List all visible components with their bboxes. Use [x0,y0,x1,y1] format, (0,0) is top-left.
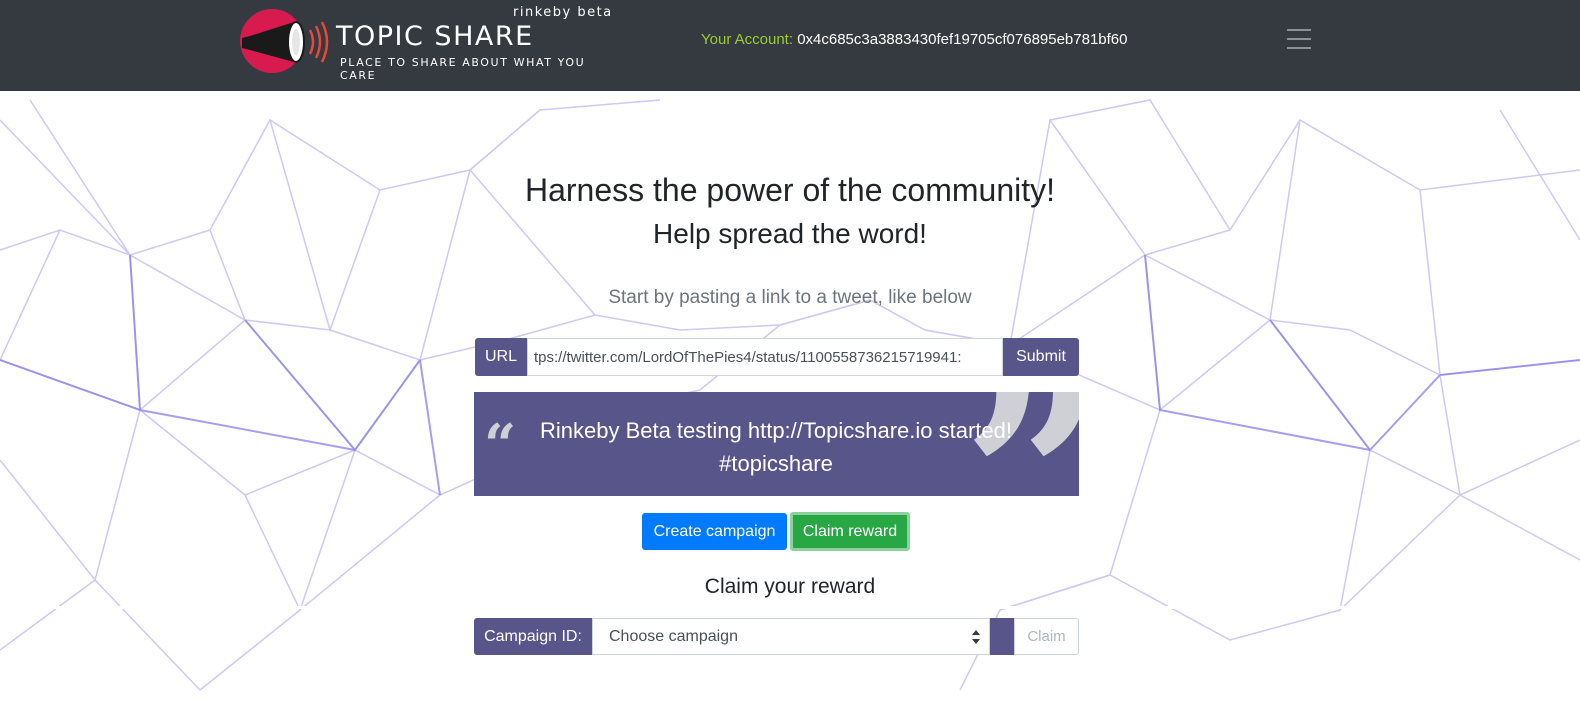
create-campaign-button[interactable]: Create campaign [642,513,787,550]
brand-title: TOPIC SHARE [336,21,534,52]
url-prefix-label: URL [475,338,527,376]
page-subheadline: Help spread the word! [653,218,927,249]
submit-button[interactable]: Submit [1003,338,1079,376]
account-address: 0x4c685c3a3883430fef19705cf076895eb781bf… [797,31,1128,48]
tweet-text: Rinkeby Beta testing http://Topicshare.i… [539,418,1013,476]
campaign-id-label: Campaign ID: [474,618,592,655]
page-headline: Harness the power of the community! [524,172,1055,208]
open-quote-icon: “ [484,412,517,478]
megaphone-icon [242,21,329,63]
campaign-select[interactable]: Choose campaign [592,618,990,655]
tweet-url-input[interactable] [527,338,1003,376]
tweet-preview: “ ” Rinkeby Beta testing http://Topicsha… [474,392,1079,496]
account-info: Your Account: 0x4c685c3a3883430fef19705c… [701,31,1128,48]
campaign-input-group: Campaign ID: Choose campaign Claim [474,618,1079,655]
claim-button[interactable]: Claim [1014,618,1079,655]
hamburger-icon [1287,29,1311,31]
account-label: Your Account: [701,31,794,48]
navbar: rinkeby beta TOPIC SHARE PLACE TO SHARE … [0,0,1580,91]
claim-reward-button[interactable]: Claim reward [790,512,910,551]
menu-toggle-button[interactable] [1283,25,1315,53]
instruction-text: Start by pasting a link to a tweet, like… [608,287,972,308]
claim-heading: Claim your reward [704,575,876,598]
brand-logo[interactable]: rinkeby beta TOPIC SHARE PLACE TO SHARE … [236,5,616,86]
campaign-addon [990,618,1014,655]
url-input-group: URL Submit [475,338,1079,376]
campaign-select-value: Choose campaign [609,627,738,645]
brand-tagline: PLACE TO SHARE ABOUT WHAT YOU CARE [340,56,586,82]
background-divider [0,606,1580,609]
brand-env-label: rinkeby beta [513,5,613,20]
select-arrows-icon [972,630,980,644]
